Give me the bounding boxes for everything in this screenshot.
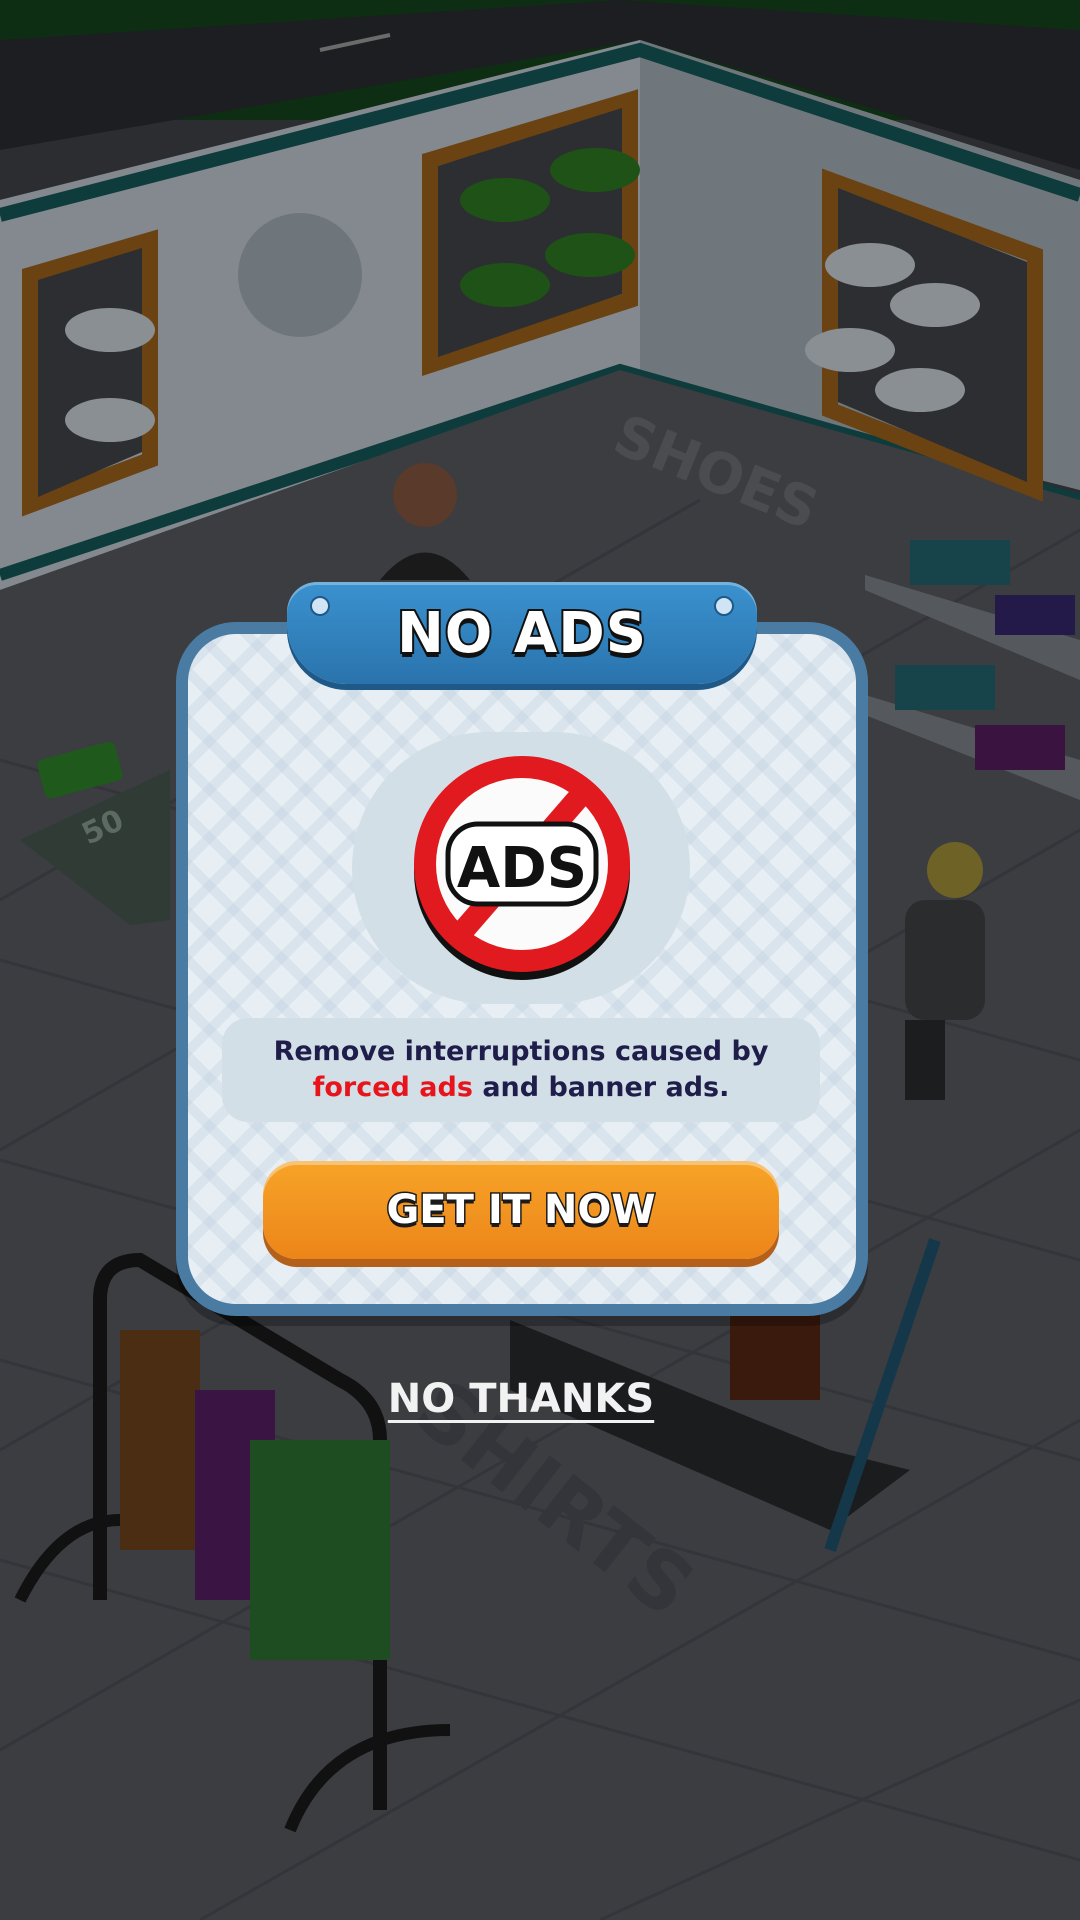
get-it-now-label: GET IT NOW <box>385 1186 657 1235</box>
no-ads-icon-label: ADS <box>457 836 587 901</box>
rivet-icon <box>310 596 330 616</box>
description-box: Remove interruptions caused by forced ad… <box>222 1018 820 1122</box>
no-thanks-link[interactable]: NO THANKS <box>0 1376 1042 1422</box>
description-highlight: forced ads <box>312 1072 473 1103</box>
popup-title: NO ADS <box>395 599 648 668</box>
description-line1: Remove interruptions caused by <box>273 1036 769 1067</box>
rivet-icon <box>714 596 734 616</box>
description-line2: and banner ads. <box>482 1072 730 1103</box>
popup-title-banner: NO ADS <box>287 582 757 684</box>
get-it-now-button[interactable]: GET IT NOW <box>263 1161 779 1259</box>
no-ads-icon: ADS <box>414 756 630 980</box>
